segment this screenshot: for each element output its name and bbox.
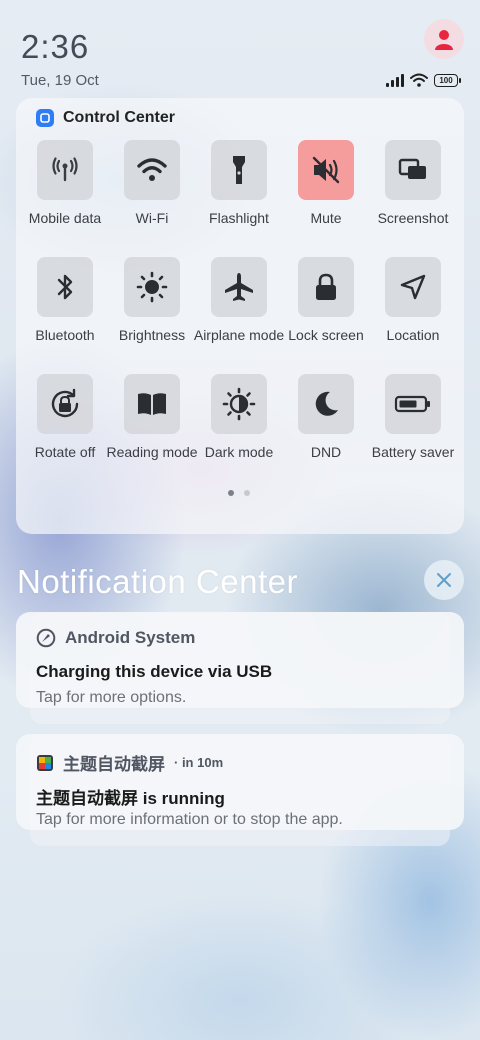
tile-battery-saver-button[interactable]	[385, 374, 441, 434]
moon-icon	[315, 391, 338, 416]
notification-body: Tap for more options.	[36, 689, 187, 706]
tile-brightness[interactable]: Brightness	[107, 257, 197, 357]
tile-dnd-button[interactable]	[298, 374, 354, 434]
tile-rotate-off[interactable]: Rotate off	[20, 374, 110, 474]
tile-mute[interactable]: Mute	[281, 140, 371, 240]
tile-mobile-data[interactable]: Mobile data	[20, 140, 110, 240]
page-indicator	[228, 490, 250, 496]
notification-title: 主题自动截屏 is running	[36, 789, 225, 808]
notification-card[interactable]: Android System Charging this device via …	[16, 612, 464, 708]
page-dot-active	[228, 490, 234, 496]
notification-group-app: 主题自动截屏 · in 10m 主题自动截屏 is running Tap fo…	[16, 734, 464, 846]
control-center-title: Control Center	[63, 109, 175, 126]
tile-brightness-button[interactable]	[124, 257, 180, 317]
notification-app-name: Android System	[65, 628, 196, 647]
tile-flashlight[interactable]: Flashlight	[194, 140, 284, 240]
tile-dnd[interactable]: DND	[281, 374, 371, 474]
battery-saver-icon	[394, 395, 430, 413]
mute-icon	[312, 156, 340, 184]
user-avatar[interactable]	[424, 19, 464, 59]
tile-reading-mode[interactable]: Reading mode	[106, 374, 198, 474]
screenshot-icon	[398, 158, 426, 179]
rotate-lock-icon	[51, 388, 79, 418]
tile-wifi[interactable]: Wi-Fi	[107, 140, 197, 240]
system-status-icons: 100	[386, 72, 461, 88]
notification-app-name: 主题自动截屏	[63, 755, 165, 774]
person-icon	[435, 30, 453, 50]
wifi-icon	[410, 73, 428, 87]
tile-airplane-button[interactable]	[211, 257, 267, 317]
tile-wifi-button[interactable]	[124, 140, 180, 200]
notification-body: Tap for more information or to stop the …	[36, 811, 343, 828]
notification-title: Charging this device via USB	[36, 662, 273, 681]
tile-label: Location	[386, 327, 440, 343]
android-system-icon	[36, 628, 56, 648]
tile-label: Battery saver	[371, 444, 455, 460]
flashlight-icon	[233, 156, 245, 184]
tile-mute-button[interactable]	[298, 140, 354, 200]
tile-battery-saver[interactable]: Battery saver	[368, 374, 458, 474]
tile-lock-screen[interactable]: Lock screen	[281, 257, 371, 357]
location-icon	[400, 274, 426, 300]
control-center-header: Control Center	[36, 109, 175, 127]
tile-dark-mode[interactable]: Dark mode	[194, 374, 284, 474]
control-center-logo-icon	[36, 109, 54, 127]
clear-all-button[interactable]	[424, 560, 464, 600]
tile-dark-mode-button[interactable]	[211, 374, 267, 434]
notification-app-header: 主题自动截屏 · in 10m	[36, 750, 223, 775]
wifi-icon	[137, 158, 167, 181]
brightness-icon	[136, 271, 168, 303]
tile-screenshot-button[interactable]	[385, 140, 441, 200]
tile-location[interactable]: Location	[368, 257, 458, 357]
battery-level: 100	[439, 75, 453, 85]
notification-center-title: Notification Center	[17, 563, 298, 600]
control-center-panel: Control Center Mobile data Wi-Fi Flashli…	[16, 98, 464, 534]
tile-bluetooth-button[interactable]	[37, 257, 93, 317]
notification-card[interactable]: 主题自动截屏 · in 10m 主题自动截屏 is running Tap fo…	[16, 734, 464, 830]
lock-icon	[316, 273, 336, 300]
tile-rotate-button[interactable]	[37, 374, 93, 434]
app-icon	[37, 754, 53, 771]
airplane-icon	[225, 273, 253, 301]
mobile-data-icon	[52, 157, 78, 182]
tile-reading-mode-button[interactable]	[124, 374, 180, 434]
battery-icon: 100	[434, 73, 461, 87]
dark-mode-icon	[222, 387, 256, 421]
notification-app-header: Android System	[36, 628, 195, 648]
tile-screenshot[interactable]: Screenshot	[368, 140, 458, 240]
tile-mobile-data-button[interactable]	[37, 140, 93, 200]
page-dot	[244, 490, 250, 496]
bluetooth-icon	[57, 274, 73, 300]
notification-time: · in 10m	[174, 755, 224, 770]
clock-time: 2:36	[21, 28, 90, 65]
tile-lock-screen-button[interactable]	[298, 257, 354, 317]
tile-location-button[interactable]	[385, 257, 441, 317]
close-icon	[437, 573, 451, 587]
book-icon	[138, 393, 166, 415]
tile-bluetooth[interactable]: Bluetooth	[20, 257, 110, 357]
signal-icon	[386, 73, 404, 87]
date-label: Tue, 19 Oct	[21, 72, 99, 89]
notification-group-android-system: Android System Charging this device via …	[16, 612, 464, 724]
tile-label: Screenshot	[377, 210, 449, 226]
tile-flashlight-button[interactable]	[211, 140, 267, 200]
tile-airplane-mode[interactable]: Airplane mode	[194, 257, 284, 357]
